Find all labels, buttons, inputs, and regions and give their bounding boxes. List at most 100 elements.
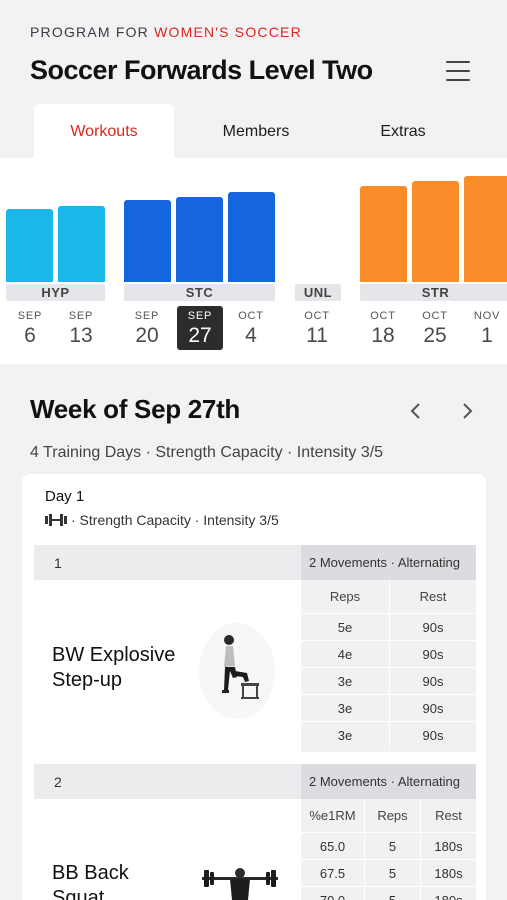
table-cell: 180s: [420, 887, 476, 900]
program-name[interactable]: WOMEN'S SOCCER: [154, 24, 302, 40]
phase-label-unl: UNL: [295, 284, 341, 301]
week-bar-hyp-2[interactable]: [58, 206, 105, 282]
block-number: 2: [54, 774, 62, 790]
block-tag: 2 Movements · Alternating: [301, 545, 476, 580]
date-month: OCT: [370, 310, 396, 322]
date-nov-1[interactable]: NOV 1: [465, 310, 507, 348]
sets-table: Reps Rest 5e 90s 4e 90s 3e 90s 3e 90s 3e…: [301, 580, 476, 752]
date-day: 11: [306, 324, 328, 347]
date-day: 13: [69, 324, 93, 347]
date-day: 18: [371, 324, 395, 347]
table-cell: 90s: [389, 722, 476, 748]
week-bar-stc-3[interactable]: [228, 192, 275, 282]
date-oct-18[interactable]: OCT 18: [361, 310, 405, 348]
program-label: PROGRAM FOR WOMEN'S SOCCER: [30, 24, 302, 40]
date-month: OCT: [422, 310, 448, 322]
tab-bar: Workouts Members Extras: [0, 104, 507, 160]
date-month: NOV: [473, 310, 501, 322]
block-header: 1 2 Movements · Alternating: [34, 545, 476, 580]
date-sep-13[interactable]: SEP 13: [59, 310, 103, 348]
phase-label-stc: STC: [124, 284, 275, 301]
week-subtitle: 4 Training Days · Strength Capacity · In…: [30, 444, 384, 461]
column-header: %e1RM: [309, 808, 356, 823]
date-month: OCT: [304, 310, 330, 322]
date-month: SEP: [68, 310, 94, 322]
program-prefix: PROGRAM FOR: [30, 24, 149, 40]
table-row: 5e 90s: [301, 613, 476, 640]
table-header-row: Reps Rest: [301, 580, 476, 613]
week-bar-stc-1[interactable]: [124, 200, 171, 282]
phase-label-str: STR: [360, 284, 507, 301]
table-row: 67.5 5 180s: [301, 859, 476, 886]
table-cell: 3e: [337, 727, 353, 743]
date-month: SEP: [134, 310, 160, 322]
exercise-name[interactable]: BW Explosive Step-up: [52, 643, 175, 693]
table-row: 70.0 5 180s: [301, 886, 476, 900]
column-header: Rest: [420, 799, 476, 832]
table-cell: 5: [364, 860, 420, 886]
day-card[interactable]: Day 1 · Strength Capacity · Intensity 3/…: [22, 474, 486, 900]
column-header: Reps: [364, 799, 420, 832]
date-sep-27-selected[interactable]: SEP 27: [177, 306, 223, 350]
table-cell: 70.0: [319, 892, 346, 900]
column-header: Rest: [389, 580, 476, 613]
table-row: 3e 90s: [301, 667, 476, 694]
exercise-name-line: Squat: [52, 887, 105, 900]
dumbbell-icon: [45, 514, 67, 526]
date-oct-25[interactable]: OCT 25: [413, 310, 457, 348]
phase-label-hyp: HYP: [6, 284, 105, 301]
week-bar-str-1[interactable]: [360, 186, 407, 282]
table-cell: 90s: [389, 614, 476, 640]
chevron-right-icon[interactable]: [457, 401, 477, 421]
table-cell: 180s: [420, 860, 476, 886]
date-day: 27: [188, 324, 212, 347]
date-sep-20[interactable]: SEP 20: [125, 310, 169, 348]
week-bar-str-2[interactable]: [412, 181, 459, 282]
table-cell: 4e: [337, 646, 353, 662]
table-row: 4e 90s: [301, 640, 476, 667]
table-cell: 90s: [389, 641, 476, 667]
exercise-image[interactable]: [200, 864, 280, 900]
hamburger-menu-icon[interactable]: [446, 61, 470, 81]
date-day: 4: [245, 324, 257, 347]
exercise-name-line: BB Back: [52, 862, 129, 884]
date-sep-6[interactable]: SEP 6: [8, 310, 52, 348]
day-title: Day 1: [45, 488, 85, 505]
page-title: Soccer Forwards Level Two: [30, 55, 373, 85]
column-header: Reps: [329, 589, 361, 604]
week-bar-stc-2[interactable]: [176, 197, 223, 282]
exercise-name-line: Step-up: [52, 669, 123, 691]
program-timeline[interactable]: HYP STC UNL STR SEP 6 SEP 13 SEP 20 SEP …: [0, 158, 507, 364]
day-subtitle: · Strength Capacity · Intensity 3/5: [45, 512, 279, 528]
block-header: 2 2 Movements · Alternating: [34, 764, 476, 799]
week-bar-str-3[interactable]: [464, 176, 507, 282]
date-day: 1: [481, 324, 493, 347]
day-subtitle-text: · Strength Capacity · Intensity 3/5: [71, 512, 279, 528]
date-day: 6: [24, 324, 36, 347]
date-month: SEP: [17, 310, 43, 322]
exercise-name-line: BW Explosive: [52, 644, 176, 666]
table-cell: 67.5: [319, 865, 346, 881]
table-row: 3e 90s: [301, 721, 476, 748]
table-cell: 5e: [337, 619, 353, 635]
tab-workouts[interactable]: Workouts: [34, 104, 174, 160]
table-row: 3e 90s: [301, 694, 476, 721]
exercise-name[interactable]: BB Back Squat: [52, 861, 129, 900]
week-section: Week of Sep 27th 4 Training Days · Stren…: [0, 364, 507, 900]
date-oct-11[interactable]: OCT 11: [295, 310, 339, 348]
table-cell: 3e: [337, 673, 353, 689]
table-header-row: %e1RM Reps Rest: [301, 799, 476, 832]
table-cell: 5: [364, 833, 420, 859]
tab-members[interactable]: Members: [190, 104, 322, 160]
table-cell: 65.0: [319, 838, 346, 854]
table-cell: 90s: [389, 695, 476, 721]
date-oct-4[interactable]: OCT 4: [229, 310, 273, 348]
date-day: 20: [135, 324, 159, 347]
table-row: 65.0 5 180s: [301, 832, 476, 859]
chevron-left-icon[interactable]: [406, 401, 426, 421]
week-bar-hyp-1[interactable]: [6, 209, 53, 282]
exercise-image[interactable]: [197, 611, 277, 721]
tab-extras[interactable]: Extras: [338, 104, 468, 160]
block-number: 1: [54, 555, 62, 571]
table-cell: 3e: [337, 700, 353, 716]
